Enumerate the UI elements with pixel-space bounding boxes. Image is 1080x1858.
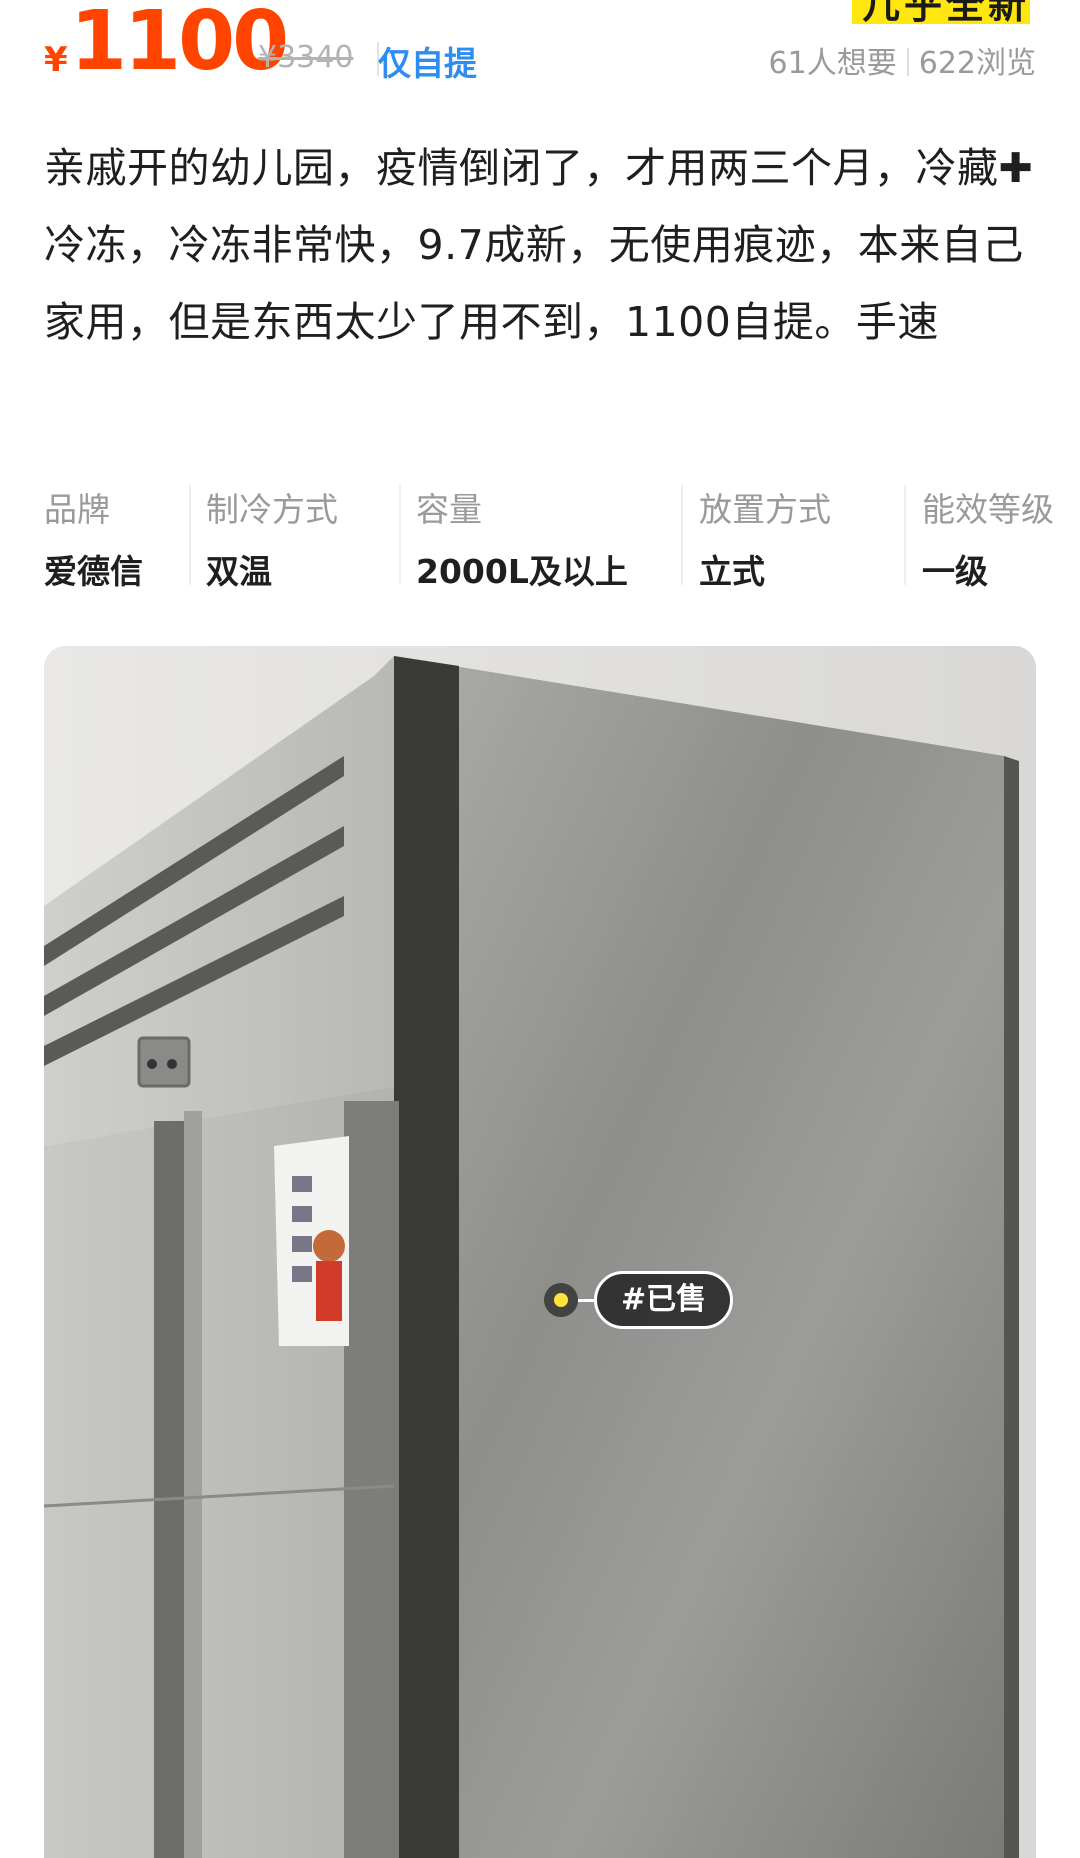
item-description: 亲戚开的幼儿园，疫情倒闭了，才用两三个月，冷藏✚ 冷冻，冷冻非常快，9.7成新，… xyxy=(44,144,1034,346)
attr-label: 能效等级 xyxy=(922,490,1054,529)
price-header: ¥ 1100 ¥3340 仅自提 几乎全新 61人想要 622浏览 xyxy=(44,0,1036,100)
attr-divider xyxy=(904,485,906,585)
delivery-method: 仅自提 xyxy=(378,44,477,83)
attr-divider xyxy=(399,485,401,585)
wants-count: 61人想要 xyxy=(768,46,897,81)
sold-tag-label: #已售 xyxy=(594,1271,734,1329)
condition-badge-label: 几乎全新 xyxy=(862,0,1030,24)
stats-divider xyxy=(906,48,909,76)
tag-dot-icon xyxy=(554,1293,568,1307)
attr-value: 2000L及以上 xyxy=(416,552,628,591)
attr-divider xyxy=(189,485,191,585)
attr-divider xyxy=(681,485,683,585)
attr-value: 爱德信 xyxy=(44,552,143,591)
original-price: ¥3340 xyxy=(258,40,354,75)
attr-label: 制冷方式 xyxy=(206,490,338,529)
attribute-row: 品牌 爱德信 制冷方式 双温 容量 2000L及以上 放置方式 立式 能效等级 … xyxy=(44,475,1080,595)
current-price: 1100 xyxy=(70,0,289,89)
attr-value: 一级 xyxy=(922,552,988,591)
product-photo[interactable]: #已售 xyxy=(44,646,1036,1858)
views-count: 622浏览 xyxy=(918,46,1036,81)
listing-stats: 61人想要 622浏览 xyxy=(769,38,1036,82)
attr-label: 品牌 xyxy=(44,490,110,529)
attr-label: 容量 xyxy=(416,490,482,529)
attr-value: 立式 xyxy=(699,552,765,591)
tag-connector xyxy=(578,1299,594,1302)
attr-value: 双温 xyxy=(206,552,272,591)
condition-badge: 几乎全新 xyxy=(852,0,1030,24)
fridge-illustration xyxy=(44,646,1036,1858)
currency-symbol: ¥ xyxy=(44,40,68,80)
attr-label: 放置方式 xyxy=(699,490,831,529)
